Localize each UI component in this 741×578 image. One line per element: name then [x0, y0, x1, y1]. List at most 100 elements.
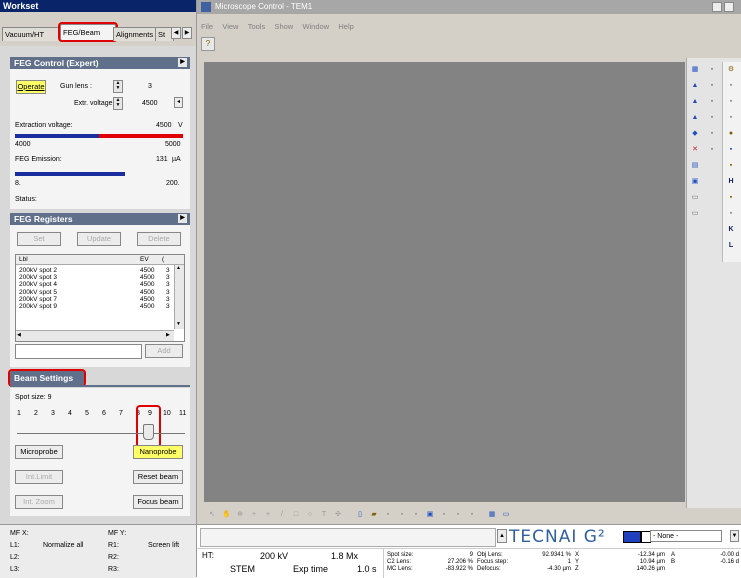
menu-help[interactable]: Help — [338, 22, 353, 31]
spot-size-slider-thumb[interactable] — [143, 424, 154, 440]
tool-icon[interactable]: ▪ — [440, 511, 448, 519]
extr-voltage-dropdown-icon[interactable]: ◂ — [174, 97, 183, 108]
scroll-up-icon[interactable]: ▲ — [497, 529, 507, 543]
palette-icon[interactable]: ✕ — [691, 146, 699, 154]
tab-vacuum[interactable]: Vacuum/HT — [2, 27, 62, 41]
rectangle-icon[interactable]: □ — [292, 511, 300, 519]
palette-icon[interactable]: ▪ — [708, 98, 716, 106]
table-row[interactable]: 200kV spot 2 4500 3 — [16, 267, 173, 274]
column-header-c[interactable]: ( — [162, 256, 164, 263]
palette-icon[interactable]: ▪ — [708, 66, 716, 74]
palette-icon[interactable]: ▭ — [691, 194, 699, 202]
tab-feg-beam[interactable]: FEG/Beam — [58, 22, 118, 42]
update-button[interactable]: Update — [77, 232, 121, 246]
palette-icon[interactable]: ▪ — [727, 114, 735, 122]
cross-icon[interactable]: + — [250, 511, 258, 519]
tab-scroll-left-icon[interactable]: ◀ — [171, 27, 181, 39]
palette-icon[interactable]: ▲ — [691, 114, 699, 122]
ellipse-icon[interactable]: ○ — [306, 511, 314, 519]
menu-file[interactable]: File — [201, 22, 213, 31]
tool-icon[interactable]: ▭ — [502, 511, 510, 519]
reset-beam-button[interactable]: Reset beam — [133, 470, 183, 484]
set-button[interactable]: Set — [17, 232, 61, 246]
focus-beam-button[interactable]: Focus beam — [133, 495, 183, 509]
tab-alignments[interactable]: Alignments — [113, 27, 159, 41]
tool-icon[interactable]: ▪ — [468, 511, 476, 519]
palette-icon[interactable]: ▪ — [708, 146, 716, 154]
palette-icon[interactable]: ▪ — [708, 114, 716, 122]
new-icon[interactable]: ▯ — [356, 511, 364, 519]
palette-icon[interactable]: ◆ — [691, 130, 699, 138]
spot-size-slider-track[interactable] — [17, 433, 185, 434]
scroll-down-icon[interactable]: ▼ — [176, 321, 181, 327]
tool-icon[interactable]: ▪ — [454, 511, 462, 519]
scroll-left-icon[interactable]: ◀ — [17, 332, 21, 338]
palette-icon[interactable]: ▭ — [691, 210, 699, 218]
palette-icon[interactable]: ▣ — [691, 178, 699, 186]
int-limit-button[interactable]: Int.Limit — [15, 470, 63, 484]
r2-label[interactable]: R2: — [108, 554, 119, 561]
palette-icon[interactable]: ● — [727, 130, 735, 138]
extr-voltage-spinner[interactable]: ▲ ▼ — [113, 97, 123, 110]
cross-icon[interactable]: + — [264, 511, 272, 519]
maximize-icon[interactable]: □ — [724, 2, 734, 12]
palette-icon[interactable]: ▪ — [727, 162, 735, 170]
none-select[interactable]: - None - — [650, 530, 722, 542]
table-row[interactable]: 200kV spot 9 4500 3 — [16, 303, 173, 310]
table-row[interactable]: 200kV spot 5 4500 3 — [16, 289, 173, 296]
menu-view[interactable]: View — [222, 22, 238, 31]
palette-icon[interactable]: ▪ — [727, 194, 735, 202]
screen-lift-label[interactable]: Screen lift — [148, 542, 179, 549]
tool-icon[interactable]: ▦ — [488, 511, 496, 519]
palette-icon[interactable]: ▲ — [691, 82, 699, 90]
palette-icon[interactable]: ▪ — [727, 98, 735, 106]
palette-icon[interactable]: L — [727, 242, 735, 250]
table-row[interactable]: 200kV spot 7 4500 3 — [16, 296, 173, 303]
palette-icon[interactable]: ▪ — [727, 82, 735, 90]
tool-icon[interactable]: ▪ — [384, 511, 392, 519]
table-row[interactable]: 200kV spot 4 4500 3 — [16, 281, 173, 288]
palette-icon[interactable]: ▲ — [691, 98, 699, 106]
collapse-icon[interactable]: ▶ — [178, 58, 187, 67]
palette-icon[interactable]: ⚙ — [727, 66, 735, 74]
horizontal-scrollbar[interactable]: ◀ ▶ — [16, 330, 174, 341]
scroll-right-icon[interactable]: ▶ — [166, 332, 170, 338]
zoom-icon[interactable]: ⊕ — [236, 511, 244, 519]
r1-label[interactable]: R1: — [108, 542, 119, 549]
message-field[interactable] — [200, 528, 496, 547]
l1-label[interactable]: L1: — [10, 542, 20, 549]
l3-label[interactable]: L3: — [10, 566, 20, 573]
gun-lens-spinner[interactable]: ▲ ▼ — [113, 80, 123, 93]
palette-icon[interactable]: ▪ — [708, 130, 716, 138]
palette-icon[interactable]: ▤ — [691, 162, 699, 170]
nanoprobe-button[interactable]: Nanoprobe — [133, 445, 183, 459]
add-button[interactable]: Add — [145, 344, 183, 358]
microprobe-button[interactable]: Microprobe — [15, 445, 63, 459]
scroll-up-icon[interactable]: ▲ — [176, 265, 181, 271]
registers-table[interactable]: Lbl EV ( 200kV spot 2 4500 3 200kV spot … — [15, 254, 185, 342]
tool-icon[interactable]: ▪ — [412, 511, 420, 519]
feg-registers-header[interactable]: FEG Registers ▶ — [10, 213, 190, 225]
beam-settings-header[interactable]: Beam Settings — [8, 369, 86, 387]
move-icon[interactable]: ✣ — [334, 511, 342, 519]
feg-control-header[interactable]: FEG Control (Expert) ▶ — [10, 57, 190, 69]
image-viewer[interactable] — [204, 62, 685, 502]
line-icon[interactable]: / — [278, 511, 286, 519]
palette-icon[interactable]: ▪ — [727, 146, 735, 154]
r3-label[interactable]: R3: — [108, 566, 119, 573]
palette-icon[interactable]: ▪ — [727, 210, 735, 218]
delete-button[interactable]: Delete — [137, 232, 181, 246]
register-name-input[interactable] — [15, 344, 142, 359]
table-row[interactable]: 200kV spot 3 4500 3 — [16, 274, 173, 281]
collapse-icon[interactable]: ▶ — [178, 214, 187, 223]
column-header-lbl[interactable]: Lbl — [19, 256, 28, 263]
camera-icon[interactable] — [623, 531, 641, 543]
help-pointer-icon[interactable]: ? — [201, 37, 215, 51]
vertical-scrollbar[interactable]: ▲ ▼ — [174, 265, 184, 329]
minimize-icon[interactable]: _ — [712, 2, 722, 12]
text-icon[interactable]: T — [320, 511, 328, 519]
menu-show[interactable]: Show — [274, 22, 293, 31]
menu-window[interactable]: Window — [302, 22, 329, 31]
palette-icon[interactable]: K — [727, 226, 735, 234]
save-icon[interactable]: ▣ — [426, 511, 434, 519]
